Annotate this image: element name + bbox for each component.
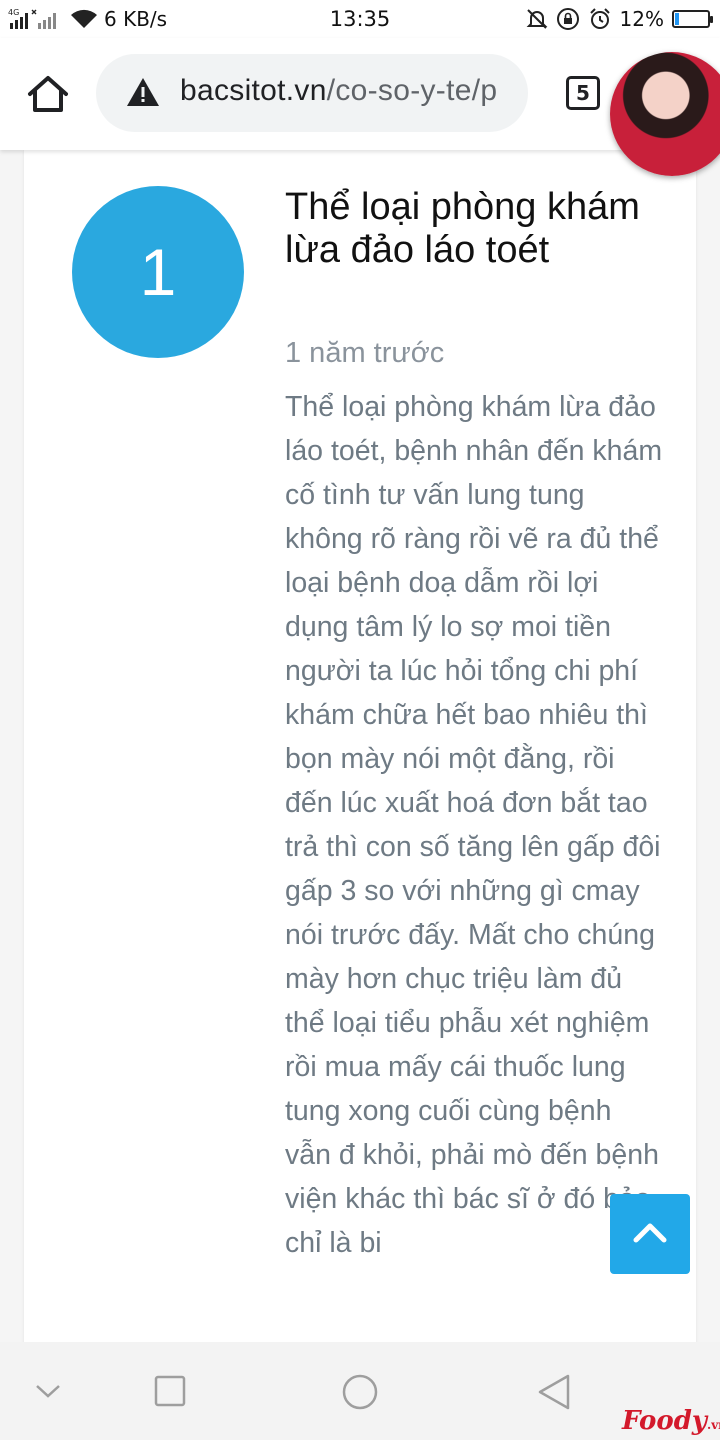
nav-back-button[interactable] (536, 1374, 572, 1414)
rotation-lock-icon (556, 7, 580, 31)
content-area: 1 Thể loại phòng khám lừa đảo láo toét 1… (0, 150, 720, 1342)
home-icon (28, 76, 68, 112)
alarm-icon (588, 7, 612, 31)
review-card: 1 Thể loại phòng khám lừa đảo láo toét 1… (24, 150, 696, 1342)
square-icon (154, 1375, 186, 1407)
url-text: bacsitot.vn/co-so-y-te/p (180, 74, 520, 108)
nav-recents-button[interactable] (154, 1374, 186, 1412)
scroll-to-top-button[interactable] (610, 1194, 690, 1274)
post-number-badge: 1 (72, 186, 244, 358)
status-bar: 4G 6 KB/s 13:35 12% (0, 0, 720, 38)
post-title[interactable]: Thể loại phòng khám lừa đảo láo toét (285, 186, 665, 272)
battery-level (675, 13, 680, 25)
battery-icon (672, 10, 713, 28)
mute-icon (526, 8, 548, 30)
circle-icon (342, 1374, 378, 1410)
url-bar[interactable]: bacsitot.vn/co-so-y-te/p (96, 54, 528, 132)
nav-collapse-button[interactable] (34, 1374, 62, 1410)
nav-home-button[interactable] (340, 1374, 380, 1414)
post-timestamp: 1 năm trước (285, 337, 445, 369)
back-triangle-icon (538, 1374, 570, 1410)
watermark-suffix: .vn (707, 1418, 720, 1432)
status-right: 12% (526, 6, 713, 32)
chevron-down-icon (36, 1385, 60, 1398)
url-path: /co-so-y-te/p (326, 74, 498, 107)
post-body: Thể loại phòng khám lừa đảo láo toét, bệ… (285, 391, 663, 1259)
warning-icon (126, 76, 160, 112)
system-nav-bar (0, 1342, 720, 1440)
home-button[interactable] (24, 70, 72, 118)
url-domain: bacsitot.vn (180, 74, 327, 107)
watermark-brand: Foody (622, 1406, 708, 1436)
battery-percent: 12% (619, 7, 664, 31)
tab-switcher-button[interactable]: 5 (566, 76, 600, 110)
foody-watermark: Foody.vn (622, 1406, 720, 1436)
chevron-up-icon (633, 1223, 667, 1243)
